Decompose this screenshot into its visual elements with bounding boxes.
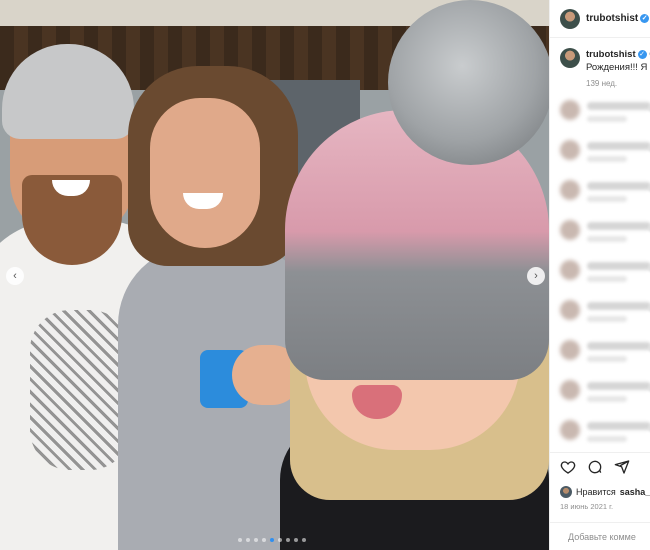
caption-avatar[interactable] — [560, 48, 580, 68]
comment-text-blurred — [587, 182, 650, 190]
carousel-dot — [294, 538, 298, 542]
comment-item — [560, 416, 650, 456]
comment-item — [560, 176, 650, 216]
add-comment-bar — [550, 522, 650, 550]
comment-avatar[interactable] — [560, 420, 580, 440]
post-actions — [550, 452, 650, 480]
comment-text-blurred — [587, 262, 650, 270]
caption-time: 139 нед. — [586, 79, 618, 88]
likes-prefix: Нравится — [576, 487, 616, 497]
post-photo[interactable]: ‹ › — [0, 0, 549, 550]
chevron-left-icon: ‹ — [13, 270, 17, 282]
carousel-dot — [286, 538, 290, 542]
comment-item — [560, 376, 650, 416]
comment-avatar[interactable] — [560, 340, 580, 360]
comment-avatar[interactable] — [560, 100, 580, 120]
comment-meta-blurred — [587, 436, 627, 442]
carousel-dot — [270, 538, 274, 542]
comment-meta-blurred — [587, 396, 627, 402]
caption-text: trubotshist✓ С Рождения!!! Я — [586, 48, 650, 74]
comment-meta-blurred — [587, 276, 627, 282]
comment-text-blurred — [587, 342, 650, 350]
comment-avatar[interactable] — [560, 380, 580, 400]
carousel-dot — [246, 538, 250, 542]
comment-item — [560, 336, 650, 376]
verified-badge-icon: ✓ — [640, 14, 650, 23]
comment-avatar[interactable] — [560, 300, 580, 320]
comment-meta-blurred — [587, 316, 627, 322]
caption-line-2: Рождения!!! Я — [586, 62, 648, 73]
comment-text-blurred — [587, 422, 650, 430]
avatar[interactable] — [560, 8, 580, 29]
post-date: 18 июнь 2021 г. — [560, 502, 614, 511]
man-shirt-print — [30, 310, 130, 470]
carousel-dot — [254, 538, 258, 542]
post-caption: trubotshist✓ С Рождения!!! Я 139 нед. — [560, 48, 650, 88]
comment-text-blurred — [587, 142, 650, 150]
carousel-dot — [302, 538, 306, 542]
comment-text-blurred — [587, 102, 650, 110]
post-header: trubotshist✓ • — [550, 0, 650, 38]
child-hat-pompom — [388, 0, 549, 165]
likes-line[interactable]: Нравится sasha_ro — [560, 486, 650, 498]
comments-list — [560, 96, 650, 456]
comment-item — [560, 256, 650, 296]
header-username[interactable]: trubotshist ✓ — [586, 13, 650, 24]
woman-face — [150, 98, 260, 248]
carousel-dots — [238, 538, 306, 542]
comment-meta-blurred — [587, 236, 627, 242]
liker-avatar — [560, 486, 572, 498]
comment-item — [560, 216, 650, 256]
comment-text-blurred — [587, 222, 650, 230]
comment-meta-blurred — [587, 196, 627, 202]
comment-input[interactable] — [568, 531, 650, 542]
verified-badge-icon: ✓ — [637, 50, 647, 59]
carousel-dot — [238, 538, 242, 542]
post-side-panel: trubotshist✓ • trubotshist✓ С Рождения!!… — [549, 0, 650, 550]
comment-avatar[interactable] — [560, 260, 580, 280]
comment-item — [560, 296, 650, 336]
comment-icon[interactable] — [587, 459, 603, 475]
comment-item — [560, 136, 650, 176]
carousel-next-button[interactable]: › — [527, 267, 545, 285]
comment-avatar[interactable] — [560, 180, 580, 200]
heart-icon[interactable] — [560, 459, 576, 475]
comment-avatar[interactable] — [560, 140, 580, 160]
caption-username[interactable]: trubotshist — [586, 49, 636, 60]
comment-item — [560, 96, 650, 136]
comment-text-blurred — [587, 382, 650, 390]
share-icon[interactable] — [614, 459, 630, 475]
likes-user[interactable]: sasha_ro — [620, 487, 650, 497]
carousel-dot — [262, 538, 266, 542]
carousel-prev-button[interactable]: ‹ — [6, 267, 24, 285]
comment-avatar[interactable] — [560, 220, 580, 240]
comment-text-blurred — [587, 302, 650, 310]
chevron-right-icon: › — [534, 270, 538, 282]
carousel-dot — [278, 538, 282, 542]
comment-meta-blurred — [587, 356, 627, 362]
comment-meta-blurred — [587, 116, 627, 122]
comment-meta-blurred — [587, 156, 627, 162]
